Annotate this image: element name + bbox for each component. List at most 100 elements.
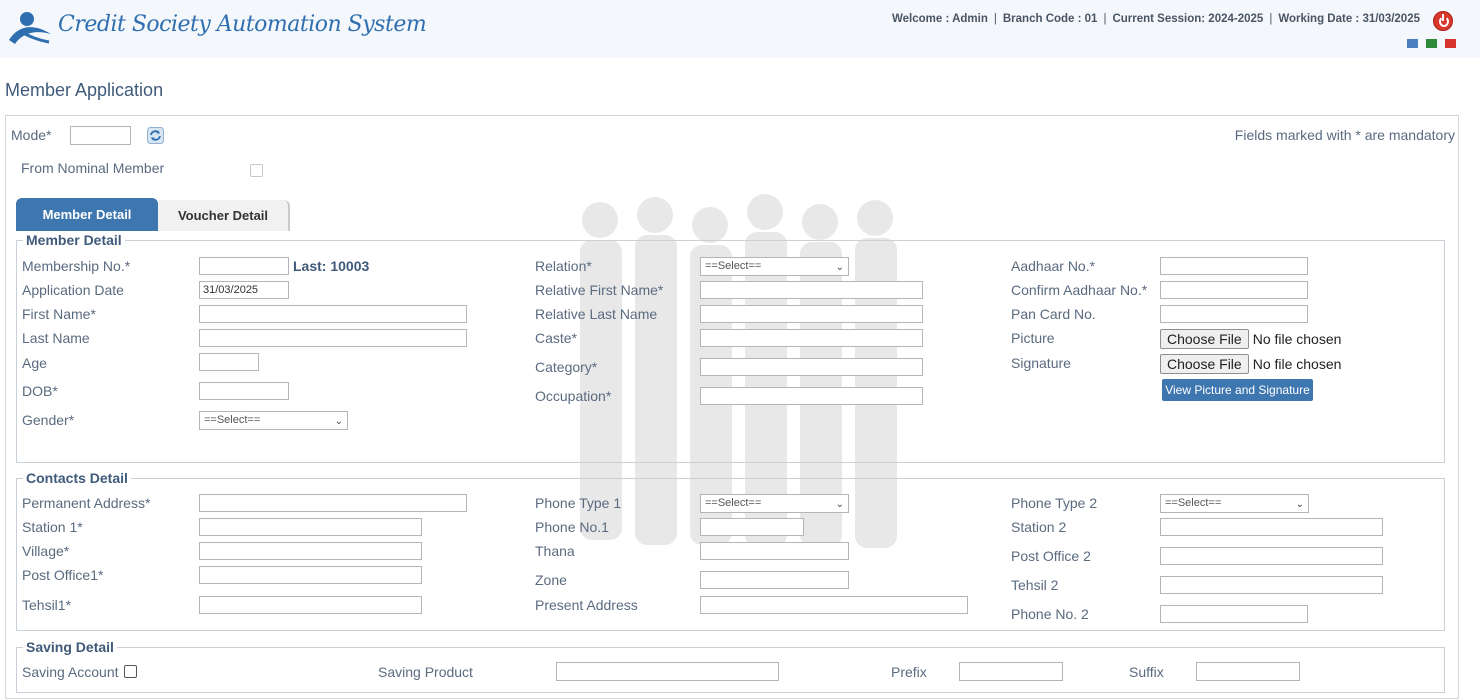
- permanent-address-label: Permanent Address*: [22, 495, 151, 511]
- present-address-input[interactable]: [700, 596, 968, 614]
- membership-no-input[interactable]: [199, 257, 289, 275]
- current-session: Current Session: 2024-2025: [1112, 13, 1264, 25]
- thana-input[interactable]: [700, 542, 849, 560]
- relative-last-name-label: Relative Last Name: [535, 306, 658, 322]
- signature-file-input[interactable]: Choose File No file chosen: [1160, 354, 1341, 374]
- village-label: Village*: [22, 543, 70, 559]
- confirm-aadhaar-label: Confirm Aadhaar No.*: [1011, 282, 1148, 298]
- caste-label: Caste*: [535, 330, 578, 346]
- gender-label: Gender*: [22, 412, 75, 428]
- app-title: Credit Society Automation System: [58, 12, 427, 37]
- tehsil2-label: Tehsil 2: [1011, 577, 1059, 593]
- saving-account-label: Saving Account: [22, 664, 119, 680]
- last-name-label: Last Name: [22, 330, 90, 346]
- relation-label: Relation*: [535, 258, 592, 274]
- picture-label: Picture: [1011, 330, 1055, 346]
- tab-member-detail[interactable]: Member Detail: [16, 198, 158, 231]
- saving-product-input[interactable]: [556, 662, 779, 681]
- station1-input[interactable]: [199, 518, 422, 536]
- saving-account-checkbox[interactable]: [124, 665, 137, 678]
- chevron-down-icon: ⌄: [835, 499, 844, 510]
- branch-code: Branch Code : 01: [1002, 13, 1098, 25]
- phone-type2-select-value: ==Select==: [1165, 497, 1222, 509]
- chevron-down-icon: ⌄: [334, 416, 343, 427]
- gender-select[interactable]: ==Select== ⌄: [199, 411, 348, 430]
- theme-red-swatch[interactable]: [1445, 39, 1456, 48]
- age-label: Age: [22, 355, 47, 371]
- thana-label: Thana: [535, 543, 575, 559]
- mandatory-note: Fields marked with * are mandatory: [1234, 127, 1455, 143]
- phone-no2-input[interactable]: [1160, 605, 1308, 623]
- signature-choose-file-button[interactable]: Choose File: [1160, 354, 1249, 374]
- application-date-input[interactable]: 31/03/2025: [199, 281, 289, 299]
- present-address-label: Present Address: [535, 597, 638, 613]
- saving-detail-legend: Saving Detail: [23, 639, 117, 655]
- category-input[interactable]: [700, 358, 923, 376]
- working-date: Working Date : 31/03/2025: [1278, 13, 1420, 25]
- picture-file-input[interactable]: Choose File No file chosen: [1160, 329, 1341, 349]
- first-name-input[interactable]: [199, 305, 467, 323]
- zone-label: Zone: [535, 572, 567, 588]
- refresh-icon[interactable]: [147, 127, 164, 144]
- app-header: Credit Society Automation System Welcome…: [0, 0, 1480, 58]
- station1-label: Station 1*: [22, 519, 83, 535]
- dob-input[interactable]: [199, 382, 289, 400]
- tab-voucher-detail[interactable]: Voucher Detail: [158, 200, 290, 231]
- mode-label: Mode*: [11, 127, 52, 143]
- last-membership-no: Last: 10003: [293, 258, 370, 274]
- last-name-input[interactable]: [199, 329, 467, 347]
- tehsil1-input[interactable]: [199, 596, 422, 614]
- phone-type2-select[interactable]: ==Select== ⌄: [1160, 494, 1309, 513]
- relative-first-name-input[interactable]: [700, 281, 923, 299]
- phone-type2-label: Phone Type 2: [1011, 495, 1098, 511]
- zone-input[interactable]: [700, 571, 849, 589]
- age-input[interactable]: [199, 353, 259, 371]
- permanent-address-input[interactable]: [199, 494, 467, 512]
- prefix-input[interactable]: [959, 662, 1063, 681]
- signature-file-status: No file chosen: [1252, 356, 1342, 372]
- relation-select-value: ==Select==: [705, 260, 762, 272]
- picture-file-status: No file chosen: [1252, 331, 1342, 347]
- view-picture-signature-button[interactable]: View Picture and Signature: [1162, 379, 1313, 401]
- caste-input[interactable]: [700, 329, 923, 347]
- from-nominal-checkbox[interactable]: [250, 164, 263, 177]
- post-office1-input[interactable]: [199, 566, 422, 584]
- post-office1-label: Post Office1*: [22, 567, 104, 583]
- dob-label: DOB*: [22, 383, 58, 399]
- header-info: Welcome : Admin | Branch Code : 01 | Current…: [892, 13, 1420, 25]
- phone-no1-label: Phone No.1: [535, 519, 609, 535]
- application-date-label: Application Date: [22, 282, 124, 298]
- suffix-input[interactable]: [1196, 662, 1300, 681]
- theme-green-swatch[interactable]: [1426, 39, 1437, 48]
- tehsil2-input[interactable]: [1160, 576, 1383, 594]
- pan-card-input[interactable]: [1160, 305, 1308, 323]
- phone-type1-label: Phone Type 1: [535, 495, 622, 511]
- first-name-label: First Name*: [22, 306, 96, 322]
- phone-type1-select[interactable]: ==Select== ⌄: [700, 494, 849, 513]
- relative-last-name-input[interactable]: [700, 305, 923, 323]
- post-office2-input[interactable]: [1160, 547, 1383, 565]
- picture-choose-file-button[interactable]: Choose File: [1160, 329, 1249, 349]
- signature-label: Signature: [1011, 355, 1071, 371]
- prefix-label: Prefix: [891, 664, 927, 680]
- theme-blue-swatch[interactable]: [1407, 39, 1418, 48]
- confirm-aadhaar-input[interactable]: [1160, 281, 1308, 299]
- chevron-down-icon: ⌄: [1295, 499, 1304, 510]
- post-office2-label: Post Office 2: [1011, 548, 1091, 564]
- membership-no-label: Membership No.*: [22, 258, 131, 274]
- station2-label: Station 2: [1011, 519, 1067, 535]
- phone-no1-input[interactable]: [700, 518, 804, 536]
- aadhaar-input[interactable]: [1160, 257, 1308, 275]
- relation-select[interactable]: ==Select== ⌄: [700, 257, 849, 276]
- logout-icon[interactable]: [1433, 11, 1453, 31]
- relative-first-name-label: Relative First Name*: [535, 282, 664, 298]
- station2-input[interactable]: [1160, 518, 1383, 536]
- occupation-input[interactable]: [700, 387, 923, 405]
- member-detail-legend: Member Detail: [23, 232, 125, 248]
- village-input[interactable]: [199, 542, 422, 560]
- logo-icon: [9, 12, 51, 44]
- aadhaar-label: Aadhaar No.*: [1011, 258, 1096, 274]
- welcome-text: Welcome : Admin: [892, 13, 988, 25]
- mode-input[interactable]: [70, 126, 131, 145]
- gender-select-value: ==Select==: [204, 414, 261, 426]
